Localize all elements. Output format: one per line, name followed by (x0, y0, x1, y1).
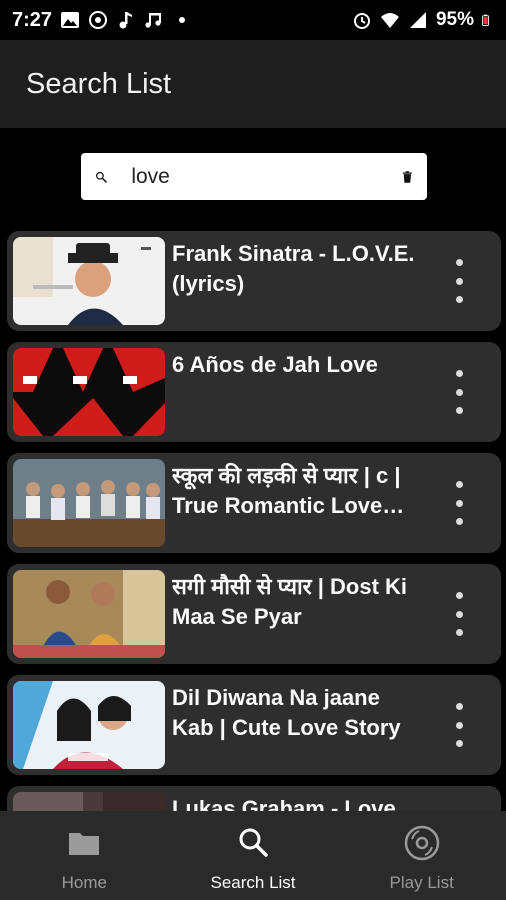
disc-icon (404, 825, 439, 861)
bottom-navigation: Home Search List Play List (0, 811, 506, 900)
nav-search-list-label: Search List (210, 873, 296, 892)
app-bar: Search List (0, 40, 506, 128)
video-thumbnail (13, 792, 165, 811)
music-note-icon (119, 12, 133, 29)
battery-icon (482, 14, 490, 26)
more-vert-icon[interactable] (453, 259, 465, 303)
trash-icon[interactable] (402, 162, 413, 192)
music-notes-icon (145, 13, 162, 28)
video-title: स्कूल की लड़की से प्यार | c | True Roman… (172, 463, 401, 518)
search-icon (239, 828, 268, 857)
video-title: Lukas Graham - Love (172, 796, 396, 811)
video-thumbnail (13, 459, 165, 547)
nav-play-list-label: Play List (389, 873, 454, 892)
nav-home[interactable]: Home (0, 811, 169, 900)
dot-icon (179, 17, 186, 23)
search-bar (81, 153, 427, 200)
list-item[interactable]: सगी मौसी से प्यार | Dost Ki Maa Se Pyar (7, 564, 501, 664)
video-title: 6 Años de Jah Love (172, 352, 378, 377)
nav-search-list[interactable]: Search List (169, 811, 338, 900)
page-title: Search List (26, 67, 172, 100)
folder-icon (69, 833, 100, 855)
video-thumbnail (13, 570, 165, 658)
more-vert-icon[interactable] (453, 703, 465, 747)
video-thumbnail (13, 237, 165, 325)
list-item[interactable]: 6 Años de Jah Love (7, 342, 501, 442)
more-vert-icon[interactable] (453, 370, 465, 414)
list-item[interactable]: Dil Diwana Na jaane Kab | Cute Love Stor… (7, 675, 501, 775)
image-notification-icon (61, 12, 80, 28)
list-item[interactable]: स्कूल की लड़की से प्यार | c | True Roman… (7, 453, 501, 553)
search-results-list: Frank Sinatra - L.O.V.E. (lyrics) 6 Años… (7, 231, 501, 811)
list-item[interactable]: Lukas Graham - Love (7, 786, 501, 811)
video-thumbnail (13, 348, 165, 436)
video-title: सगी मौसी से प्यार | Dost Ki Maa Se Pyar (172, 574, 408, 629)
disc-notification-icon (89, 11, 108, 29)
status-bar: 7:27 95% (0, 0, 506, 40)
battery-percent: 95% (435, 9, 474, 30)
video-title: Frank Sinatra - L.O.V.E. (lyrics) (172, 241, 415, 296)
nav-home-label: Home (61, 873, 108, 892)
search-input[interactable] (131, 164, 403, 189)
status-time: 7:27 (12, 8, 53, 31)
search-icon (96, 171, 107, 183)
list-item[interactable]: Frank Sinatra - L.O.V.E. (lyrics) (7, 231, 501, 331)
cell-signal-icon (409, 12, 426, 28)
nav-play-list[interactable]: Play List (337, 811, 506, 900)
more-vert-icon[interactable] (453, 481, 465, 525)
video-title: Dil Diwana Na jaane Kab | Cute Love Stor… (172, 685, 401, 740)
alarm-icon (353, 13, 370, 29)
more-vert-icon[interactable] (453, 592, 465, 636)
wifi-icon (380, 13, 399, 28)
video-thumbnail (13, 681, 165, 769)
